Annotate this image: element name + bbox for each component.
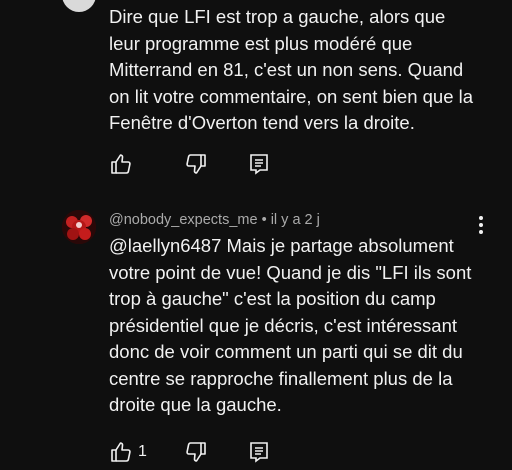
avatar[interactable] [62,210,96,244]
comment-text: @laellyn6487 Mais je partage absolument … [109,235,472,415]
thumb-down-icon[interactable] [184,152,208,176]
reply-icon[interactable] [247,152,271,176]
reply-icon[interactable] [247,440,271,464]
thumb-up-icon[interactable] [109,440,133,464]
like-count: 1 [138,443,147,460]
comment-text: Dire que LFI est trop a gauche, alors qu… [109,6,474,133]
author-name[interactable]: @nobody_expects_me [109,212,258,228]
comment-actions: 1 [109,440,369,464]
thumb-down-icon[interactable] [184,440,208,464]
timestamp[interactable]: il y a 2 j [271,212,320,228]
separator: • [257,212,271,228]
comment-actions [109,152,369,176]
thumb-up-icon[interactable] [109,152,133,176]
comment-meta: @nobody_expects_me • il y a 2 j [109,212,320,228]
avatar[interactable] [62,0,96,12]
